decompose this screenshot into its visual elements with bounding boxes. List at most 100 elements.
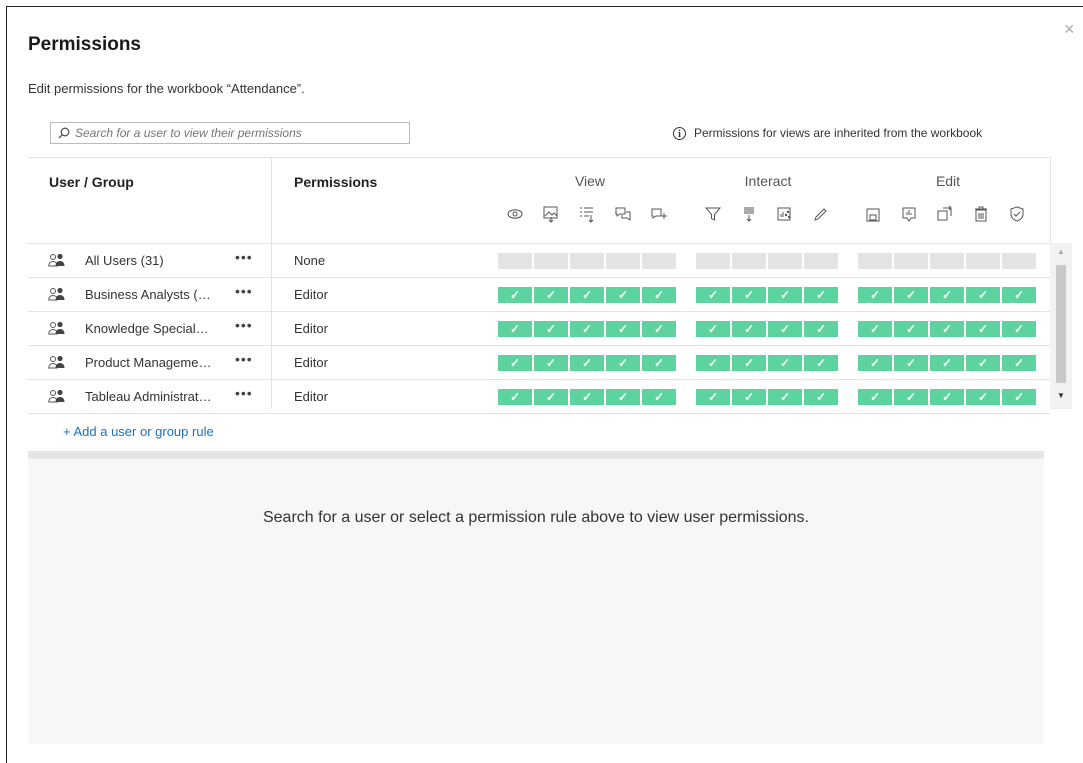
more-options-button[interactable]: ••• [235, 385, 253, 401]
capability-unspecified-cell[interactable] [606, 253, 640, 269]
capability-unspecified-cell[interactable] [804, 253, 838, 269]
capability-allowed-cell[interactable]: ✓ [966, 355, 1000, 371]
capability-allowed-cell[interactable]: ✓ [804, 321, 838, 337]
capability-allowed-cell[interactable]: ✓ [930, 389, 964, 405]
capability-allowed-cell[interactable]: ✓ [534, 287, 568, 303]
more-options-button[interactable]: ••• [235, 283, 253, 299]
capability-allowed-cell[interactable]: ✓ [534, 389, 568, 405]
capability-unspecified-cell[interactable] [642, 253, 676, 269]
capability-allowed-cell[interactable]: ✓ [696, 287, 730, 303]
capability-allowed-cell[interactable]: ✓ [858, 287, 892, 303]
permission-role[interactable]: Editor [294, 355, 328, 370]
rules-scrollbar[interactable]: ▲ ▼ [1050, 243, 1072, 409]
capability-unspecified-cell[interactable] [732, 253, 766, 269]
capability-allowed-cell[interactable]: ✓ [498, 389, 532, 405]
capability-allowed-cell[interactable]: ✓ [498, 321, 532, 337]
capability-allowed-cell[interactable]: ✓ [894, 389, 928, 405]
scroll-thumb[interactable] [1056, 265, 1066, 383]
capability-allowed-cell[interactable]: ✓ [930, 321, 964, 337]
add-comment-icon[interactable] [650, 205, 668, 223]
capability-allowed-cell[interactable]: ✓ [696, 321, 730, 337]
capability-allowed-cell[interactable]: ✓ [696, 355, 730, 371]
capability-allowed-cell[interactable]: ✓ [930, 287, 964, 303]
capability-allowed-cell[interactable]: ✓ [570, 389, 604, 405]
capability-allowed-cell[interactable]: ✓ [732, 389, 766, 405]
capability-allowed-cell[interactable]: ✓ [606, 321, 640, 337]
capability-unspecified-cell[interactable] [498, 253, 532, 269]
move-icon[interactable] [936, 205, 954, 223]
permission-rule-row[interactable]: Business Analysts (… ••• Editor ✓ ✓ ✓ ✓ ✓ ✓ ✓ ✓ ✓ ✓ ✓… [28, 278, 1050, 311]
capability-allowed-cell[interactable]: ✓ [804, 389, 838, 405]
capability-allowed-cell[interactable]: ✓ [894, 287, 928, 303]
web-edit-icon[interactable] [812, 205, 830, 223]
capability-allowed-cell[interactable]: ✓ [696, 389, 730, 405]
capability-allowed-cell[interactable]: ✓ [858, 389, 892, 405]
capability-allowed-cell[interactable]: ✓ [966, 389, 1000, 405]
capability-unspecified-cell[interactable] [696, 253, 730, 269]
capability-allowed-cell[interactable]: ✓ [732, 287, 766, 303]
view-eye-icon[interactable] [506, 205, 524, 223]
capability-allowed-cell[interactable]: ✓ [498, 355, 532, 371]
more-options-button[interactable]: ••• [235, 351, 253, 367]
download-full-data-icon[interactable] [740, 205, 758, 223]
permission-rule-row[interactable]: Knowledge Special… ••• Editor ✓ ✓ ✓ ✓ ✓ ✓ ✓ ✓ ✓ ✓ ✓ ✓ ✓… [28, 312, 1050, 345]
set-permissions-icon[interactable] [1008, 205, 1026, 223]
capability-allowed-cell[interactable]: ✓ [570, 355, 604, 371]
capability-allowed-cell[interactable]: ✓ [768, 389, 802, 405]
capability-allowed-cell[interactable]: ✓ [732, 355, 766, 371]
capability-allowed-cell[interactable]: ✓ [534, 321, 568, 337]
download-image-icon[interactable] [542, 205, 560, 223]
capability-unspecified-cell[interactable] [894, 253, 928, 269]
permission-role[interactable]: None [294, 253, 325, 268]
capability-allowed-cell[interactable]: ✓ [804, 355, 838, 371]
capability-allowed-cell[interactable]: ✓ [768, 321, 802, 337]
capability-allowed-cell[interactable]: ✓ [606, 287, 640, 303]
filter-icon[interactable] [704, 205, 722, 223]
capability-allowed-cell[interactable]: ✓ [642, 321, 676, 337]
capability-allowed-cell[interactable]: ✓ [1002, 287, 1036, 303]
capability-allowed-cell[interactable]: ✓ [534, 355, 568, 371]
scroll-up-arrow-icon[interactable]: ▲ [1057, 247, 1065, 256]
download-summary-data-icon[interactable] [578, 205, 596, 223]
capability-allowed-cell[interactable]: ✓ [804, 287, 838, 303]
delete-icon[interactable] [972, 205, 990, 223]
permission-rule-row[interactable]: All Users (31) ••• None [28, 244, 1050, 277]
capability-unspecified-cell[interactable] [1002, 253, 1036, 269]
capability-unspecified-cell[interactable] [966, 253, 1000, 269]
capability-unspecified-cell[interactable] [930, 253, 964, 269]
capability-allowed-cell[interactable]: ✓ [570, 321, 604, 337]
capability-allowed-cell[interactable]: ✓ [930, 355, 964, 371]
permission-role[interactable]: Editor [294, 321, 328, 336]
capability-allowed-cell[interactable]: ✓ [858, 321, 892, 337]
download-workbook-icon[interactable] [900, 205, 918, 223]
capability-allowed-cell[interactable]: ✓ [894, 321, 928, 337]
permission-rule-row[interactable]: Tableau Administrat… ••• Editor ✓ ✓ ✓ ✓ ✓ ✓ ✓ ✓ ✓ ✓ ✓… [28, 380, 1050, 413]
capability-allowed-cell[interactable]: ✓ [1002, 321, 1036, 337]
capability-allowed-cell[interactable]: ✓ [642, 287, 676, 303]
capability-allowed-cell[interactable]: ✓ [642, 355, 676, 371]
more-options-button[interactable]: ••• [235, 249, 253, 265]
close-button[interactable]: × [1064, 20, 1075, 38]
capability-allowed-cell[interactable]: ✓ [1002, 355, 1036, 371]
capability-allowed-cell[interactable]: ✓ [858, 355, 892, 371]
save-icon[interactable] [864, 205, 882, 223]
add-rule-link[interactable]: + Add a user or group rule [63, 424, 214, 439]
capability-allowed-cell[interactable]: ✓ [966, 321, 1000, 337]
capability-allowed-cell[interactable]: ✓ [894, 355, 928, 371]
capability-allowed-cell[interactable]: ✓ [570, 287, 604, 303]
capability-allowed-cell[interactable]: ✓ [606, 389, 640, 405]
permission-rule-row[interactable]: Product Manageme… ••• Editor ✓ ✓ ✓ ✓ ✓ ✓ ✓ ✓ ✓ ✓ ✓ ✓ ✓ ✓ [28, 346, 1050, 379]
permission-role[interactable]: Editor [294, 389, 328, 404]
scroll-down-arrow-icon[interactable]: ▼ [1057, 391, 1065, 400]
capability-unspecified-cell[interactable] [534, 253, 568, 269]
capability-unspecified-cell[interactable] [768, 253, 802, 269]
capability-allowed-cell[interactable]: ✓ [1002, 389, 1036, 405]
share-customized-icon[interactable] [776, 205, 794, 223]
capability-allowed-cell[interactable]: ✓ [966, 287, 1000, 303]
view-comments-icon[interactable] [614, 205, 632, 223]
capability-allowed-cell[interactable]: ✓ [642, 389, 676, 405]
more-options-button[interactable]: ••• [235, 317, 253, 333]
capability-allowed-cell[interactable]: ✓ [768, 355, 802, 371]
capability-allowed-cell[interactable]: ✓ [732, 321, 766, 337]
search-box[interactable] [50, 122, 410, 144]
